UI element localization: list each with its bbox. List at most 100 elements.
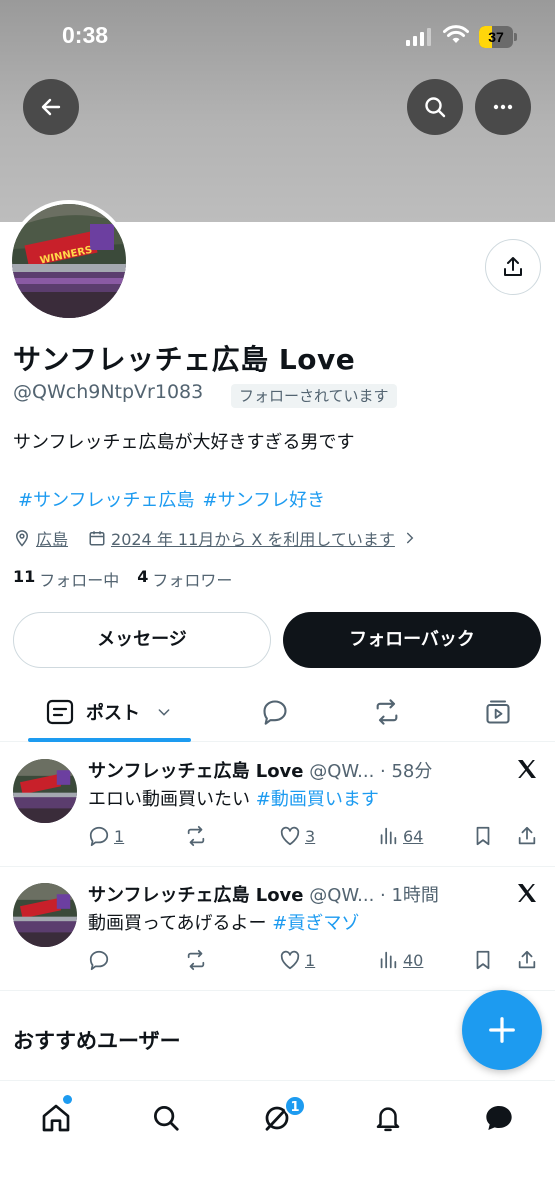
tweet-header: サンフレッチェ広島 Love @QW... · 58分 [88,757,432,783]
joined-date-link[interactable]: 2024 年 11月から X を利用しています [111,526,395,550]
tweet-avatar[interactable] [13,759,77,823]
tweet-author-name[interactable]: サンフレッチェ広島 Love [88,761,304,782]
grok-badge-count: 1 [284,1095,306,1117]
tweet-body: 動画買ってあげるよー [88,913,267,934]
heart-icon [280,826,300,846]
followers-link[interactable]: 4 フォロワー [137,567,232,591]
profile-handle: @QWch9NtpVr1083 [13,381,204,403]
battery-indicator: 37 [479,26,517,48]
followers-label: フォロワー [152,571,233,590]
location-link[interactable]: 広島 [36,526,68,550]
share-button[interactable] [516,949,538,971]
repost-button[interactable] [184,825,208,847]
nav-explore[interactable] [146,1098,186,1138]
repost-icon [187,825,205,847]
follow-counts: 11 フォロー中 4 フォロワー [13,567,250,591]
tab-posts-label: ポスト [86,703,140,724]
more-options-button[interactable] [475,79,531,135]
status-time: 0:38 [62,22,109,48]
profile-avatar[interactable]: WINNERS [8,200,130,322]
search-button[interactable] [407,79,463,135]
follow-back-button[interactable]: フォローバック [283,612,541,668]
views-button[interactable]: 40 [377,949,423,971]
tweet-text: エロい動画買いたい #動画買います [88,785,379,811]
tab-posts[interactable]: ポスト [28,684,190,740]
tab-replies[interactable] [250,684,300,740]
repost-button[interactable] [184,949,208,971]
bookmark-button[interactable] [472,949,494,971]
hashtag-link[interactable]: #動画買います [256,789,379,810]
tweet-handle-time: @QW... · 58分 [309,761,433,782]
reply-button[interactable] [88,949,110,971]
status-bar: 0:38 37 [0,0,555,70]
bookmark-icon [476,826,490,846]
x-logo-icon [518,884,536,902]
share-icon [518,950,536,969]
chat-bubble-icon [486,1106,512,1130]
heart-icon [280,950,300,970]
reply-icon [89,950,109,971]
following-link[interactable]: 11 フォロー中 [13,567,119,591]
like-count: 3 [305,826,316,846]
location-icon [13,529,31,547]
views-count: 64 [403,826,424,846]
tab-reposts[interactable] [362,684,412,740]
tweet-header: サンフレッチェ広島 Love @QW... · 1時間 [88,881,439,907]
plus-icon [489,1017,515,1043]
views-button[interactable]: 64 [377,825,423,847]
reply-icon [89,826,109,847]
video-icon [486,700,510,724]
search-icon [425,97,446,118]
hashtag-link[interactable]: #貢ぎマゾ [272,913,359,934]
share-profile-button[interactable] [485,239,541,295]
home-notification-dot [63,1095,72,1104]
views-count: 40 [403,950,424,970]
chevron-right-icon[interactable] [403,531,417,545]
home-icon [42,1104,70,1132]
wifi-icon [443,25,469,43]
tweet[interactable]: サンフレッチェ広島 Love @QW... · 1時間 動画買ってあげるよー #… [0,867,555,991]
more-horizontal-icon [493,104,513,110]
tweet-body: エロい動画買いたい [88,789,250,810]
tweet-actions: 1 40 [88,949,544,973]
views-icon [380,827,397,845]
tweet-avatar[interactable] [13,883,77,947]
bookmark-icon [476,950,490,970]
tweet[interactable]: サンフレッチェ広島 Love @QW... · 58分 エロい動画買いたい #動… [0,743,555,867]
nav-messages[interactable] [479,1098,519,1138]
like-button[interactable]: 1 [279,949,315,971]
like-count: 1 [305,950,316,970]
bookmark-button[interactable] [472,825,494,847]
back-button[interactable] [23,79,79,135]
x-logo-icon [518,760,536,778]
following-label: フォロー中 [39,571,120,590]
profile-meta: 広島 2024 年 11月から X を利用しています [13,526,422,550]
stadium-photo: WINNERS [12,204,126,318]
tweet-text: 動画買ってあげるよー #貢ぎマゾ [88,909,359,935]
views-icon [380,951,397,969]
nav-home[interactable] [36,1098,76,1138]
tweet-handle-time: @QW... · 1時間 [309,885,439,906]
nav-notifications[interactable] [368,1098,408,1138]
message-button[interactable]: メッセージ [13,612,271,668]
profile-display-name: サンフレッチェ広島 Love [13,343,356,376]
tweet-author-name[interactable]: サンフレッチェ広島 Love [88,885,304,906]
following-count: 11 [13,567,36,586]
reply-button[interactable]: 1 [88,825,124,847]
cellular-signal-icon [406,28,431,46]
battery-percent: 37 [488,29,504,45]
reply-count: 1 [114,826,125,846]
like-button[interactable]: 3 [279,825,315,847]
follows-you-badge: フォローされています [231,384,397,408]
reply-bubble-icon [263,700,287,725]
profile-hashtags: #サンフレッチェ広島 #サンフレ好き [18,486,333,512]
hashtag-link[interactable]: #サンフレ好き [203,490,326,511]
share-icon [518,826,536,845]
arrow-left-icon [41,98,61,116]
share-button[interactable] [516,825,538,847]
tab-media[interactable] [473,684,523,740]
suggested-users-title: おすすめユーザー [13,1029,181,1053]
compose-post-button[interactable] [462,990,542,1070]
hashtag-link[interactable]: #サンフレッチェ広島 [18,490,195,511]
bottom-navigation: 1 [0,1080,555,1200]
